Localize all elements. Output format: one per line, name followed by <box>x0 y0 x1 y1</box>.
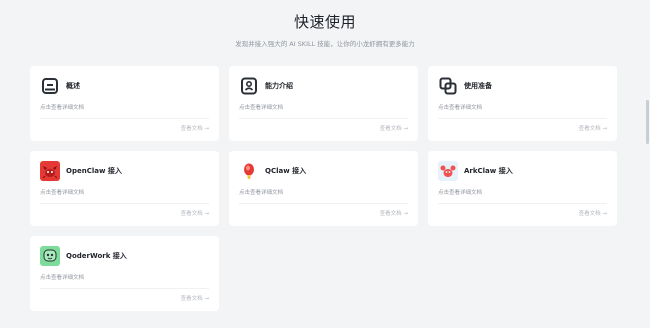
arkclaw-logo-icon <box>438 161 458 181</box>
card-header: 能力介绍 <box>239 76 293 96</box>
card-title: 能力介绍 <box>265 82 293 90</box>
card-title: 使用准备 <box>464 82 492 90</box>
card-description: 点击查看详细文档 <box>40 275 85 281</box>
card-divider <box>239 203 408 204</box>
card-header: 使用准备 <box>438 76 492 96</box>
view-docs-link[interactable]: 查看文档 → <box>181 209 209 217</box>
card-qoderwork[interactable]: QoderWork 接入 点击查看详细文档 查看文档 → <box>30 236 219 311</box>
card-header: QClaw 接入 <box>239 161 306 181</box>
view-docs-link[interactable]: 查看文档 → <box>380 124 408 132</box>
card-description: 点击查看详细文档 <box>40 190 85 196</box>
card-openclaw[interactable]: OpenClaw 接入 点击查看详细文档 查看文档 → <box>30 151 219 226</box>
view-docs-link[interactable]: 查看文档 → <box>579 209 607 217</box>
view-docs-link[interactable]: 查看文档 → <box>181 294 209 302</box>
page-title: 快速使用 <box>293 13 356 31</box>
card-header: 概述 <box>40 76 80 96</box>
overview-doc-icon <box>40 76 60 96</box>
card-capabilities[interactable]: 能力介绍 点击查看详细文档 查看文档 → <box>229 66 418 141</box>
card-title: OpenClaw 接入 <box>66 167 122 175</box>
card-preparation[interactable]: 使用准备 点击查看详细文档 查看文档 → <box>428 66 617 141</box>
view-docs-link[interactable]: 查看文档 → <box>579 124 607 132</box>
scrollbar[interactable] <box>646 100 649 144</box>
card-description: 点击查看详细文档 <box>239 190 284 196</box>
view-docs-link[interactable]: 查看文档 → <box>380 209 408 217</box>
card-header: ArkClaw 接入 <box>438 161 513 181</box>
card-description: 点击查看详细文档 <box>40 105 85 111</box>
card-title: QClaw 接入 <box>265 167 307 175</box>
card-divider <box>239 118 408 119</box>
view-docs-link[interactable]: 查看文档 → <box>181 124 209 132</box>
card-divider <box>438 118 607 119</box>
card-header: QoderWork 接入 <box>40 246 127 266</box>
card-divider <box>40 288 209 289</box>
card-divider <box>438 203 607 204</box>
card-title: ArkClaw 接入 <box>464 167 513 175</box>
card-title: 概述 <box>66 82 80 90</box>
card-divider <box>40 203 209 204</box>
card-header: OpenClaw 接入 <box>40 161 122 181</box>
card-divider <box>40 118 209 119</box>
page-header: 快速使用 发现并接入强大的 AI SKILL 技能，让你的小龙虾拥有更多能力 <box>0 11 650 48</box>
card-description: 点击查看详细文档 <box>438 190 483 196</box>
page-subtitle: 发现并接入强大的 AI SKILL 技能，让你的小龙虾拥有更多能力 <box>235 40 415 48</box>
card-overview[interactable]: 概述 点击查看详细文档 查看文档 → <box>30 66 219 141</box>
card-description: 点击查看详细文档 <box>239 105 284 111</box>
card-description: 点击查看详细文档 <box>438 105 483 111</box>
openclaw-logo-icon <box>40 161 60 181</box>
quick-start-grid: 概述 点击查看详细文档 查看文档 → 能力介绍 点击查看详细文档 查看文档 → <box>30 66 617 311</box>
qclaw-logo-icon <box>239 161 259 181</box>
preparation-icon <box>438 76 458 96</box>
card-title: QoderWork 接入 <box>66 252 127 260</box>
qoderwork-logo-icon <box>40 246 60 266</box>
card-qclaw[interactable]: QClaw 接入 点击查看详细文档 查看文档 → <box>229 151 418 226</box>
card-arkclaw[interactable]: ArkClaw 接入 点击查看详细文档 查看文档 → <box>428 151 617 226</box>
capability-icon <box>239 76 259 96</box>
